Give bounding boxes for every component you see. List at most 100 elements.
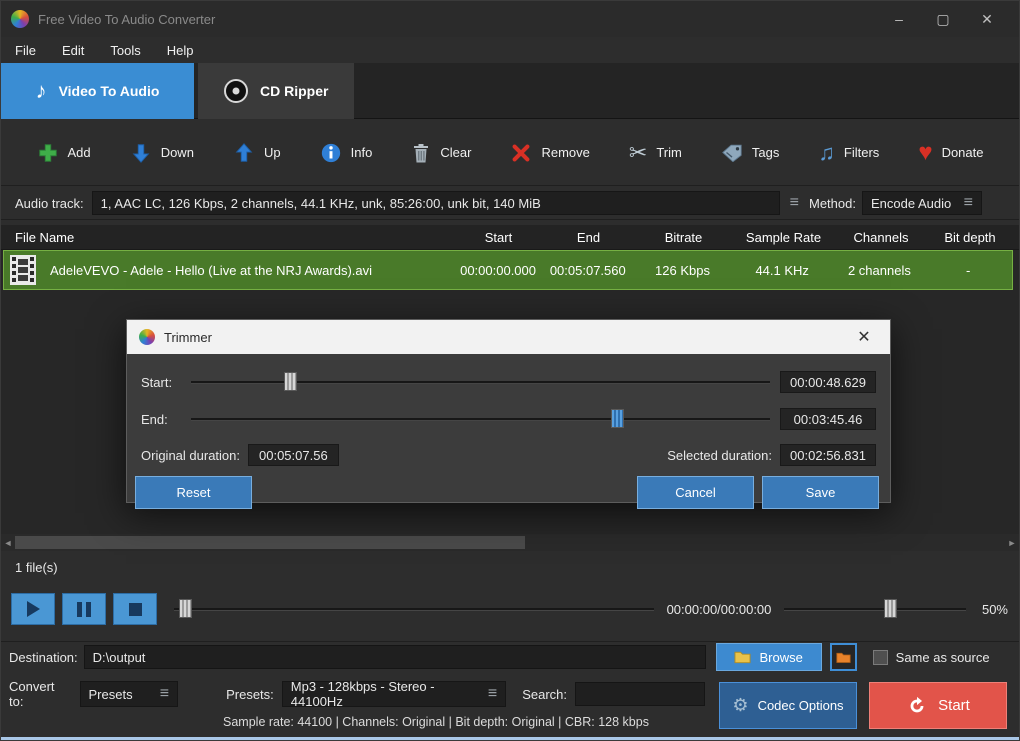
file-channels: 2 channels (847, 262, 911, 278)
category-value: Presets (88, 686, 133, 702)
scissors-icon: ✂ (628, 139, 648, 165)
trim-label: Trim (656, 145, 682, 160)
trim-button[interactable]: ✂ Trim (628, 139, 682, 165)
donate-button[interactable]: ♥ Donate (918, 140, 983, 165)
add-label: Add (67, 145, 91, 160)
destination-label: Destination: (9, 649, 78, 665)
arrow-down-icon (132, 143, 150, 163)
volume-handle[interactable] (884, 599, 898, 618)
menu-edit[interactable]: Edit (62, 43, 84, 58)
tab-video-to-audio[interactable]: ♪ Video To Audio (1, 63, 194, 119)
filters-button[interactable]: ♫ Filters (818, 141, 880, 164)
clear-button[interactable]: Clear (411, 142, 471, 164)
file-count: 1 file(s) (15, 560, 58, 575)
playback-progress-slider[interactable] (174, 599, 654, 619)
save-button[interactable]: Save (762, 476, 879, 509)
playback-time: 00:00:00/00:00:00 (666, 601, 772, 617)
header-channels[interactable]: Channels (836, 230, 926, 245)
browse-label: Browse (759, 649, 803, 665)
presets-label: Presets: (226, 686, 274, 702)
trim-start-value[interactable]: 00:00:48.629 (780, 371, 876, 393)
window-bottom-edge (1, 737, 1019, 740)
menu-help[interactable]: Help (167, 43, 194, 58)
minimize-button[interactable]: – (877, 4, 921, 34)
filters-label: Filters (843, 145, 880, 160)
cancel-button[interactable]: Cancel (637, 476, 754, 509)
trim-end-track[interactable] (191, 418, 770, 421)
browse-button[interactable]: Browse (715, 643, 822, 671)
volume-track[interactable] (784, 608, 966, 611)
trim-start-track[interactable] (191, 381, 770, 384)
codec-options-label: Codec Options (757, 698, 844, 713)
destination-input[interactable] (83, 645, 706, 669)
trim-end-slider[interactable] (191, 409, 770, 429)
method-menu-icon: ≡ (963, 194, 973, 211)
play-button[interactable] (11, 593, 55, 625)
tab-label: Video To Audio (58, 83, 160, 99)
remove-label: Remove (541, 145, 590, 160)
pause-button[interactable] (62, 593, 106, 625)
trimmer-close-button[interactable]: ✕ (850, 327, 878, 347)
move-down-button[interactable]: Down (130, 142, 194, 164)
trim-end-handle[interactable] (610, 409, 624, 428)
start-button[interactable]: Start (869, 682, 1007, 729)
audio-track-menu-icon[interactable]: ≡ (790, 194, 799, 212)
stop-button[interactable] (113, 593, 157, 625)
volume-slider[interactable] (784, 599, 966, 619)
tags-label: Tags (751, 145, 780, 160)
film-strip-icon (10, 255, 36, 285)
menu-file[interactable]: File (15, 43, 36, 58)
scrollbar-thumb[interactable] (15, 536, 525, 549)
up-label: Up (263, 145, 281, 160)
close-button[interactable]: ✕ (965, 4, 1009, 34)
file-name: AdeleVEVO - Adele - Hello (Live at the N… (50, 262, 373, 278)
open-output-folder-button[interactable] (829, 643, 857, 671)
scroll-left-icon[interactable]: ◄ (1, 534, 15, 551)
file-sample-rate: 44.1 KHz (755, 262, 809, 278)
method-select[interactable]: Encode Audio ≡ (861, 191, 982, 215)
trim-start-row: Start: 00:00:48.629 (141, 371, 876, 393)
info-label: Info (350, 145, 373, 160)
maximize-button[interactable]: ▢ (921, 4, 965, 34)
file-end: 00:05:07.560 (549, 262, 626, 278)
audio-track-value[interactable]: 1, AAC LC, 126 Kbps, 2 channels, 44.1 KH… (91, 191, 780, 215)
start-label: Start (938, 697, 970, 714)
search-input[interactable] (575, 682, 705, 706)
trimmer-body: Start: 00:00:48.629 End: 00:03:45.46 Ori… (127, 354, 890, 509)
format-category-select[interactable]: Presets ≡ (79, 681, 179, 707)
add-button[interactable]: Add (37, 142, 91, 164)
header-start[interactable]: Start (456, 230, 541, 245)
remove-button[interactable]: Remove (510, 142, 590, 164)
progress-track[interactable] (174, 608, 654, 611)
trimmer-title-bar[interactable]: Trimmer ✕ (127, 320, 890, 354)
header-end[interactable]: End (541, 230, 636, 245)
header-bitrate[interactable]: Bitrate (636, 230, 731, 245)
method-label: Method: (809, 195, 856, 211)
encoding-summary: Sample rate: 44100 | Channels: Original … (223, 715, 649, 729)
reset-button[interactable]: Reset (135, 476, 252, 509)
file-start: 00:00:00.000 (460, 262, 536, 278)
header-sample-rate[interactable]: Sample Rate (731, 230, 836, 245)
horizontal-scrollbar[interactable]: ◄ ► (1, 534, 1019, 551)
move-up-button[interactable]: Up (233, 142, 281, 164)
trimmer-dialog: Trimmer ✕ Start: 00:00:48.629 End: 00:03… (126, 319, 891, 509)
header-file-name[interactable]: File Name (1, 230, 456, 245)
arrow-up-icon (235, 142, 253, 162)
trim-start-slider[interactable] (191, 372, 770, 392)
progress-handle[interactable] (178, 599, 192, 618)
table-row[interactable]: AdeleVEVO - Adele - Hello (Live at the N… (3, 250, 1013, 290)
file-bitrate: 126 Kbps (655, 262, 710, 278)
trim-end-value[interactable]: 00:03:45.46 (780, 408, 876, 430)
info-button[interactable]: Info (320, 142, 373, 164)
trim-start-handle[interactable] (283, 372, 297, 391)
menu-tools[interactable]: Tools (110, 43, 140, 58)
preset-select[interactable]: Mp3 - 128kbps - Stereo - 44100Hz ≡ (281, 679, 507, 709)
header-bit-depth[interactable]: Bit depth (926, 230, 1014, 245)
scroll-right-icon[interactable]: ► (1005, 534, 1019, 551)
selected-duration-value: 00:02:56.831 (780, 444, 876, 466)
file-bit-depth: - (965, 262, 971, 278)
tags-button[interactable]: Tags (721, 143, 779, 162)
same-as-source-checkbox[interactable] (872, 649, 888, 665)
folder-icon (734, 651, 751, 664)
tab-cd-ripper[interactable]: CD Ripper (198, 63, 355, 119)
